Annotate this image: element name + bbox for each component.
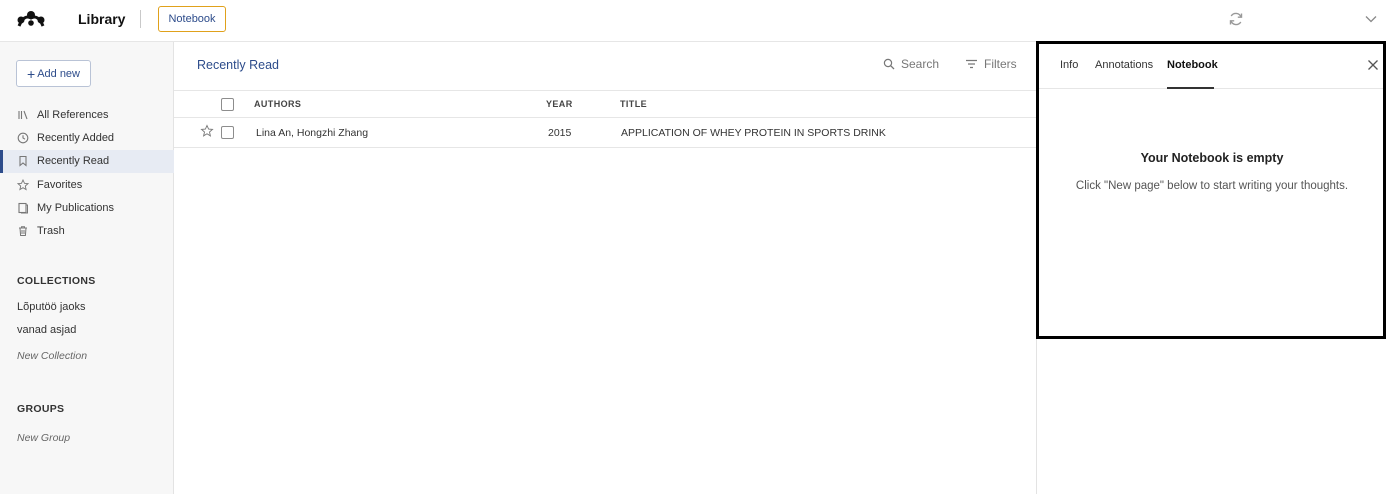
bookmark-icon [17,155,29,167]
sidebar: + Add new All References Recently Added … [0,42,174,494]
sidebar-item-label: My Publications [37,201,115,214]
notebook-button[interactable]: Notebook [158,6,226,32]
search-label: Search [901,57,940,71]
sidebar-item-favorites[interactable]: Favorites [0,173,174,196]
app-title: Library [78,11,126,27]
sidebar-item-recently-added[interactable]: Recently Added [0,126,174,149]
column-header-title[interactable]: TITLE [620,99,647,109]
sync-icon[interactable] [1228,11,1244,27]
add-new-label: Add new [37,67,80,80]
sidebar-item-label: Recently Added [37,131,115,144]
favorite-star-icon[interactable] [200,124,214,138]
search-icon [883,58,895,70]
row-title: APPLICATION OF WHEY PROTEIN IN SPORTS DR… [621,127,886,139]
active-tab-indicator [1167,87,1214,89]
row-year: 2015 [548,127,572,139]
table-row[interactable]: Lina An, Hongzhi Zhang 2015 APPLICATION … [174,118,1036,148]
close-icon[interactable] [1366,58,1380,72]
tab-notebook[interactable]: Notebook [1167,59,1218,71]
details-panel: Info Annotations Notebook Your Notebook … [1036,42,1386,494]
header-divider [140,10,141,28]
sidebar-item-label: Recently Read [37,155,110,168]
select-all-checkbox[interactable] [221,98,234,111]
sidebar-item-recently-read[interactable]: Recently Read [0,149,174,174]
column-header-authors[interactable]: AUTHORS [254,99,301,109]
filters-label: Filters [984,57,1017,71]
sidebar-item-label: Trash [37,225,65,238]
library-icon [17,109,29,121]
empty-state-title: Your Notebook is empty [1140,151,1284,165]
tab-info[interactable]: Info [1060,59,1078,71]
publications-icon [17,202,29,214]
sidebar-item-trash[interactable]: Trash [0,219,174,242]
groups-header: GROUPS [17,403,65,415]
column-header-year[interactable]: YEAR [546,99,573,109]
sidebar-nav: All References Recently Added Recently R… [0,103,174,243]
add-new-button[interactable]: + Add new [16,60,91,87]
row-authors: Lina An, Hongzhi Zhang [256,127,369,139]
mendeley-logo-icon[interactable] [16,10,46,28]
filter-icon [966,59,977,69]
tab-annotations[interactable]: Annotations [1095,59,1153,71]
filters-button[interactable]: Filters [965,57,1017,71]
top-bar: Library Notebook [0,0,1386,42]
plus-icon: + [27,65,36,82]
table-header: AUTHORS YEAR TITLE [174,90,1036,118]
collection-item[interactable]: vanad asjad [17,324,76,336]
panel-tabs: Info Annotations Notebook [1037,42,1386,89]
chevron-down-icon[interactable] [1364,12,1378,26]
row-checkbox[interactable] [221,126,234,139]
new-collection-link[interactable]: New Collection [17,350,87,362]
collection-item[interactable]: Lõputöö jaoks [17,301,86,313]
star-icon [17,178,29,191]
sidebar-item-label: Favorites [37,178,83,191]
clock-icon [17,132,29,144]
new-group-link[interactable]: New Group [17,432,70,444]
empty-state-description: Click "New page" below to start writing … [1075,180,1349,192]
search-button[interactable]: Search [883,57,939,71]
main-content: Recently Read Search Filters AUTHORS YEA… [174,42,1036,494]
collections-header: COLLECTIONS [17,275,96,287]
trash-icon [17,225,29,237]
page-title: Recently Read [197,58,279,72]
sidebar-item-all-references[interactable]: All References [0,103,174,126]
sidebar-item-label: All References [37,108,109,121]
sidebar-item-my-publications[interactable]: My Publications [0,196,174,219]
